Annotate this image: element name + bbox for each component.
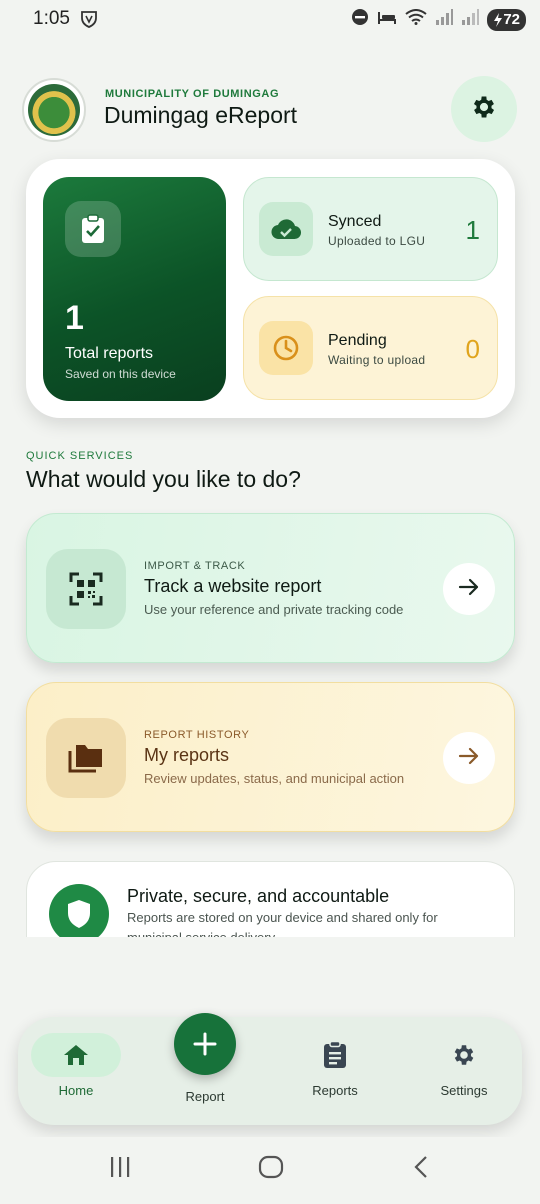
nav-report[interactable]: Report xyxy=(160,1013,250,1104)
privacy-title: Private, secure, and accountable xyxy=(127,886,390,906)
qr-code-icon xyxy=(46,549,126,629)
wifi-icon xyxy=(405,9,427,30)
nav-reports[interactable]: Reports xyxy=(290,1033,380,1098)
my-reports-sub: Review updates, status, and municipal ac… xyxy=(144,771,405,786)
arrow-right-icon xyxy=(458,746,480,771)
municipality-label: MUNICIPALITY OF DUMINGAG xyxy=(105,88,280,100)
total-reports-count: 1 xyxy=(65,299,84,337)
privacy-body: Reports are stored on your device and sh… xyxy=(127,910,438,937)
nav-home[interactable]: Home xyxy=(31,1033,121,1098)
folder-stack-icon xyxy=(46,718,126,798)
municipal-seal-logo xyxy=(22,78,86,142)
app-title: Dumingag eReport xyxy=(104,102,298,128)
battery-indicator: 72 xyxy=(487,8,526,31)
privacy-card-viewport: Private, secure, and accountable Reports… xyxy=(26,861,515,937)
clipboard-check-icon xyxy=(65,201,121,257)
plus-icon xyxy=(174,1013,236,1075)
pending-tile: Pending Waiting to upload 0 xyxy=(243,296,498,400)
status-icons: 72 xyxy=(351,8,526,31)
pending-sub: Waiting to upload xyxy=(328,353,426,367)
total-reports-tile: 1 Total reports Saved on this device xyxy=(43,177,226,401)
track-title: Track a website report xyxy=(144,576,322,596)
track-kicker: IMPORT & TRACK xyxy=(144,560,246,572)
dnd-icon xyxy=(351,8,369,31)
gear-icon xyxy=(419,1033,509,1077)
my-reports-title: My reports xyxy=(144,745,230,765)
status-time: 1:05 xyxy=(33,8,70,29)
battery-level: 72 xyxy=(503,11,520,28)
synced-title: Synced xyxy=(328,213,382,230)
nav-settings-label: Settings xyxy=(440,1083,488,1098)
clipboard-list-icon xyxy=(290,1033,380,1077)
status-bar: 1:05 72 xyxy=(0,0,540,40)
shield-icon xyxy=(49,884,109,937)
quick-services-title: What would you like to do? xyxy=(26,466,301,492)
arrow-right-icon xyxy=(458,577,480,602)
my-reports-card[interactable]: REPORT HISTORY My reports Review updates… xyxy=(26,682,515,832)
stats-card: 1 Total reports Saved on this device Syn… xyxy=(26,159,515,418)
track-report-card[interactable]: IMPORT & TRACK Track a website report Us… xyxy=(26,513,515,663)
privacy-card: Private, secure, and accountable Reports… xyxy=(26,861,515,937)
home-icon xyxy=(31,1033,121,1077)
signal-icon xyxy=(435,9,454,30)
bottom-nav: Home Report Reports Settings xyxy=(18,1013,522,1125)
pending-title: Pending xyxy=(328,332,387,349)
recents-icon[interactable] xyxy=(108,1155,132,1184)
track-arrow-button[interactable] xyxy=(443,563,495,615)
vpn-shield-icon xyxy=(80,10,98,33)
clock-icon xyxy=(259,321,313,375)
system-nav-bar xyxy=(0,1137,540,1204)
home-button-icon[interactable] xyxy=(258,1155,284,1184)
cloud-check-icon xyxy=(259,202,313,256)
nav-home-label: Home xyxy=(58,1083,94,1098)
signal-2-icon xyxy=(461,9,480,30)
settings-button[interactable] xyxy=(451,76,517,142)
back-icon[interactable] xyxy=(412,1155,430,1184)
sleep-icon xyxy=(377,9,397,30)
total-reports-sub: Saved on this device xyxy=(65,367,176,381)
nav-settings[interactable]: Settings xyxy=(419,1033,509,1098)
total-reports-label: Total reports xyxy=(65,345,154,362)
history-kicker: REPORT HISTORY xyxy=(144,729,250,741)
track-sub: Use your reference and private tracking … xyxy=(144,602,404,617)
nav-reports-label: Reports xyxy=(312,1083,358,1098)
synced-sub: Uploaded to LGU xyxy=(328,234,426,248)
quick-services-label: QUICK SERVICES xyxy=(26,450,134,462)
synced-count: 1 xyxy=(465,215,480,245)
synced-tile: Synced Uploaded to LGU 1 xyxy=(243,177,498,281)
gear-icon xyxy=(470,93,498,126)
my-reports-arrow-button[interactable] xyxy=(443,732,495,784)
pending-count: 0 xyxy=(465,334,480,364)
nav-report-label: Report xyxy=(185,1089,225,1104)
